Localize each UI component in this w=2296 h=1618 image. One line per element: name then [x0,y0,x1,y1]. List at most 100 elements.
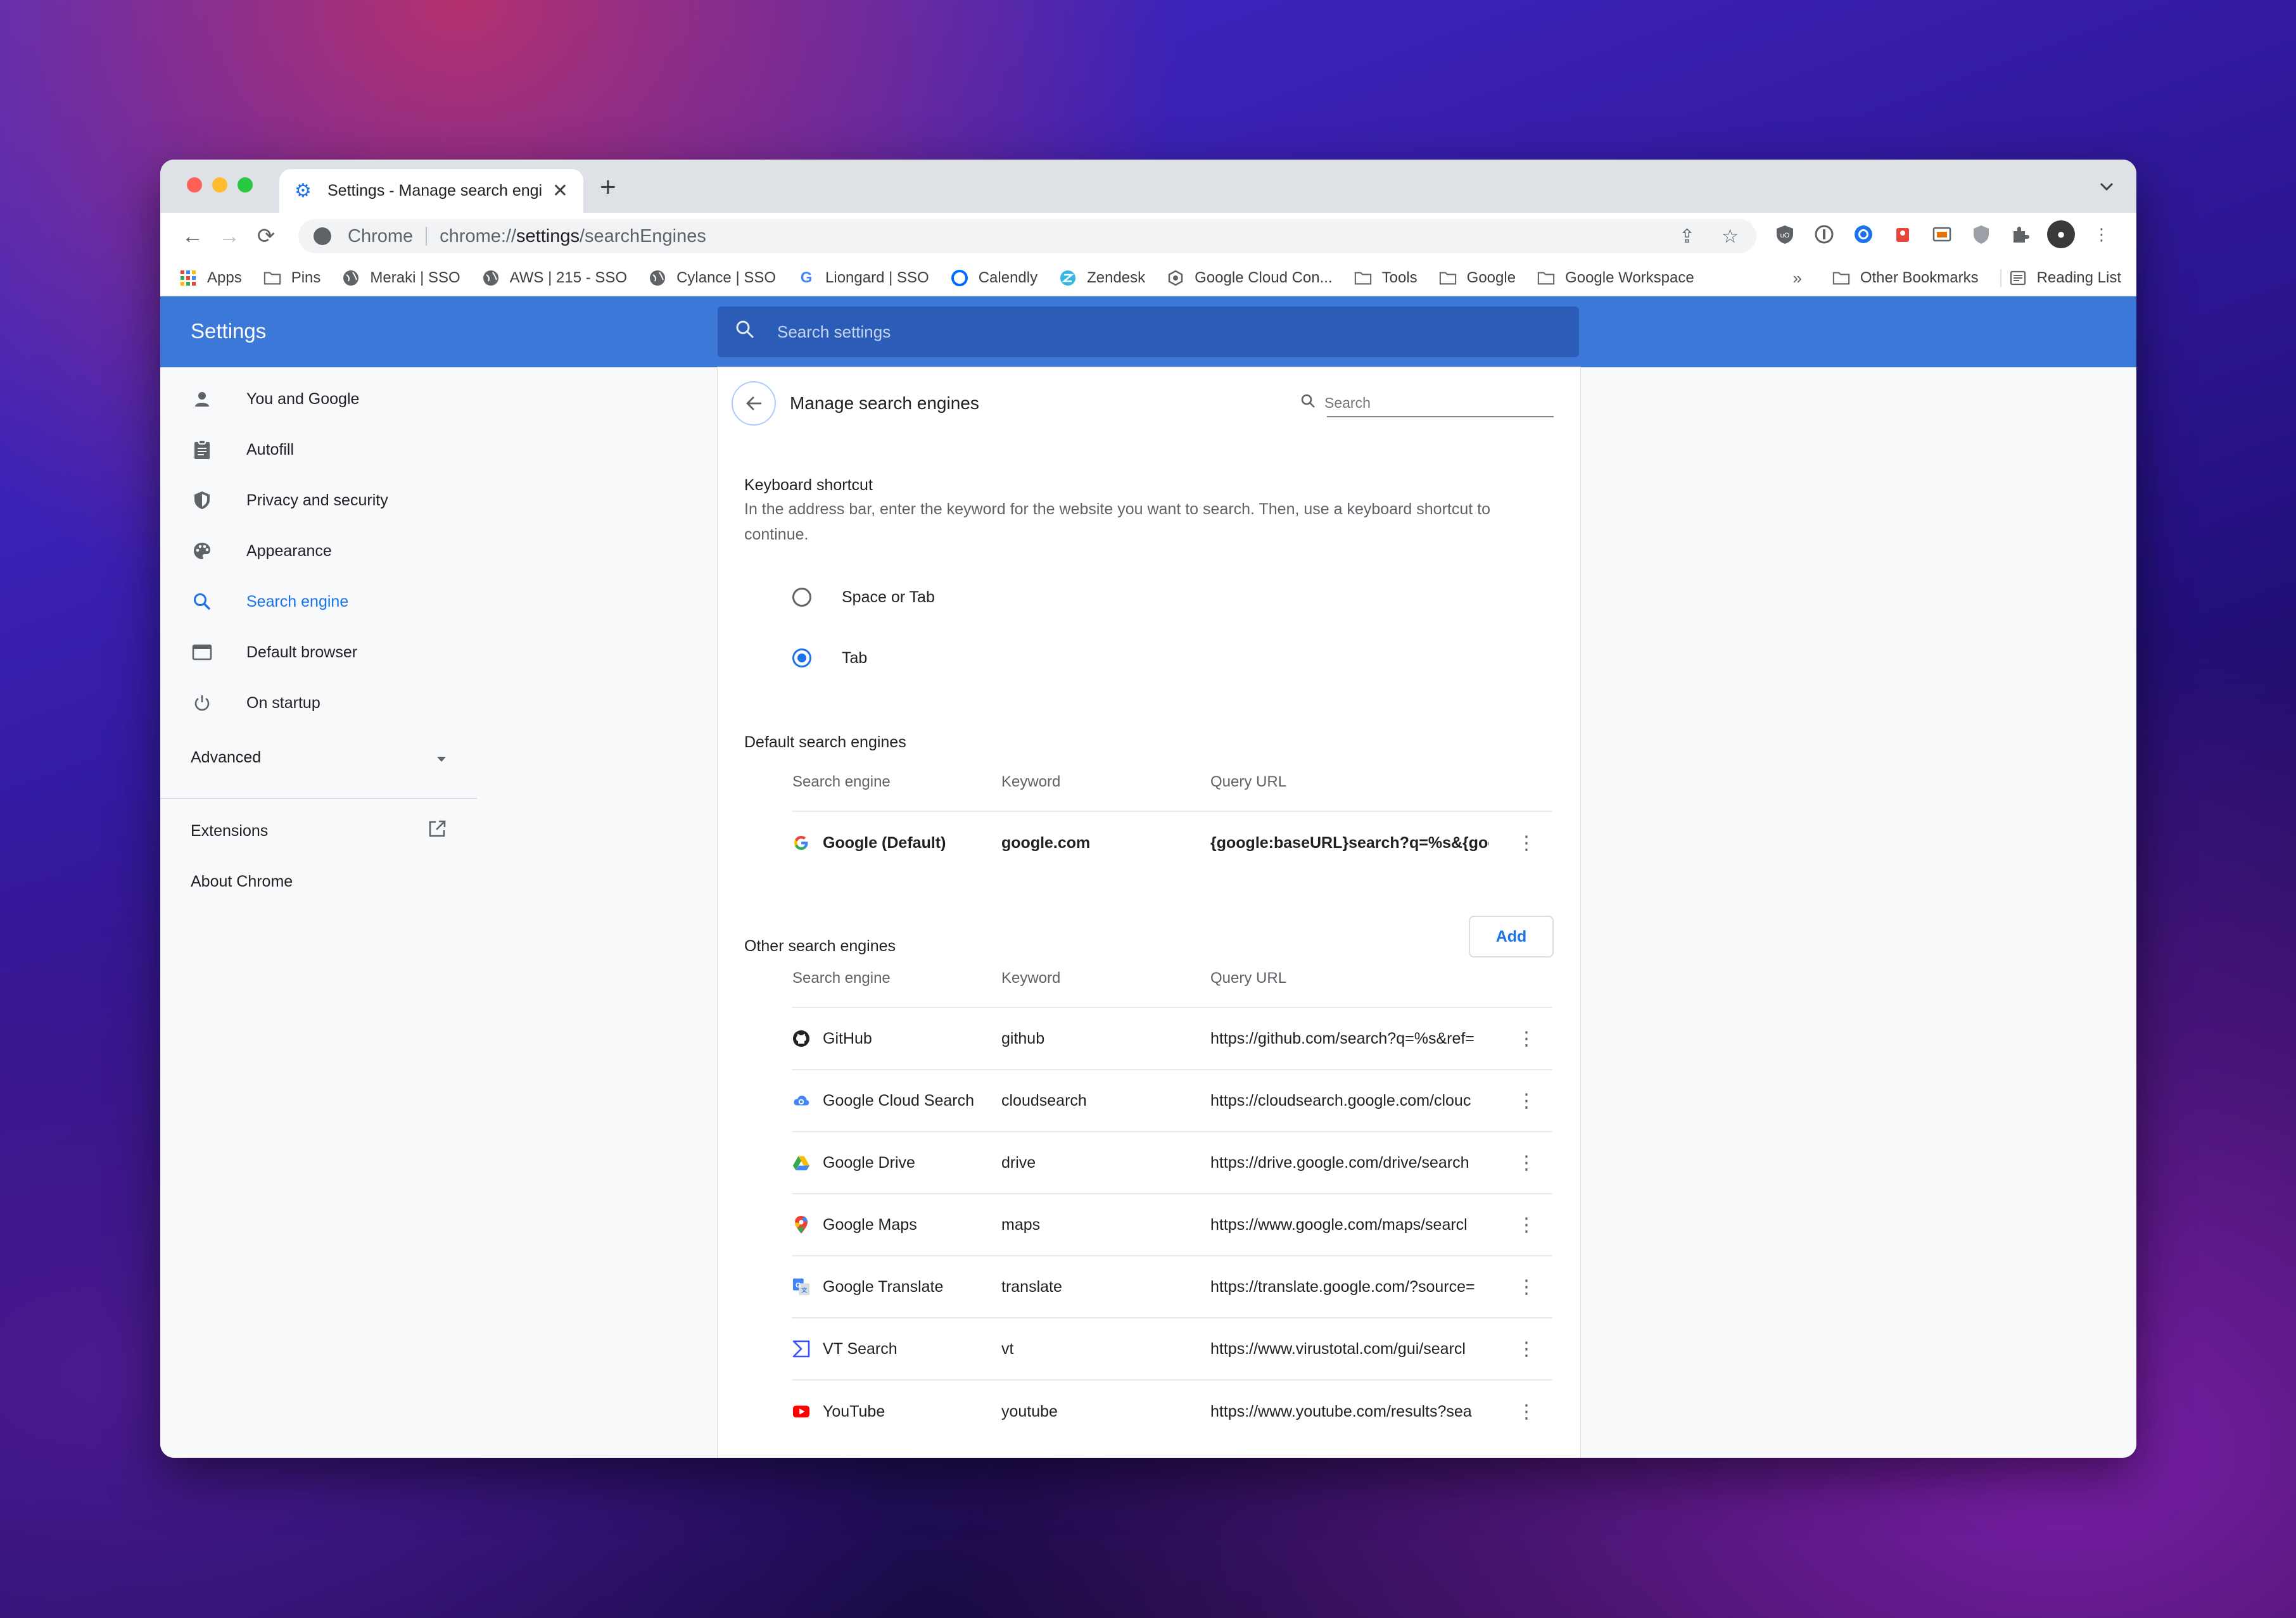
sidebar-item-you-and-google[interactable]: You and Google [160,374,477,424]
sidebar-advanced-toggle[interactable]: Advanced [160,732,477,783]
bookmark-calendly[interactable]: Calendly [951,269,1037,287]
radio-button-selected[interactable] [792,648,811,667]
profile-avatar[interactable]: ● [2047,220,2075,248]
table-row[interactable]: Google (Default) google.com {google:base… [792,812,1552,874]
bookmark-zendesk[interactable]: Zendesk [1059,269,1145,287]
minimize-window-button[interactable] [212,177,227,193]
engine-keyword: youtube [1001,1402,1058,1420]
back-button[interactable]: ← [174,224,211,249]
new-tab-button[interactable]: + [600,174,616,201]
sidebar-item-default-browser[interactable]: Default browser [160,627,477,678]
sidebar-item-search-engine[interactable]: Search engine [160,576,477,627]
more-actions-icon[interactable]: ⋮ [1489,1401,1552,1423]
bookmark-google-workspace[interactable]: Google Workspace [1537,269,1694,287]
bookmark-tools[interactable]: Tools [1354,269,1418,287]
close-window-button[interactable] [187,177,202,193]
table-row[interactable]: Google Cloud Search cloudsearch https://… [792,1070,1552,1132]
red-extension-icon[interactable] [1890,222,1915,247]
close-tab-icon[interactable]: ✕ [552,180,568,202]
column-search-engine: Search engine [792,970,891,987]
bookmark-gcp[interactable]: Google Cloud Con... [1167,269,1333,287]
bookmark-other-bookmarks[interactable]: Other Bookmarks [1832,269,1979,287]
search-icon [1300,393,1316,413]
search-engines-search[interactable] [1301,389,1554,417]
share-icon[interactable]: ⇪ [1679,225,1695,248]
table-row[interactable]: GitHub github https://github.com/search?… [792,1008,1552,1070]
column-keyword: Keyword [1001,970,1061,987]
more-actions-icon[interactable]: ⋮ [1489,1152,1552,1174]
more-actions-icon[interactable]: ⋮ [1489,1214,1552,1236]
bookmark-liongard[interactable]: G Liongard | SSO [797,269,929,287]
browser-window: ⚙ Settings - Manage search engines ✕ + ←… [160,160,2136,1458]
1password-icon[interactable] [1811,222,1837,247]
cast-icon[interactable] [1929,222,1955,247]
sidebar-item-on-startup[interactable]: On startup [160,678,477,728]
search-engines-input[interactable] [1324,394,1551,412]
more-actions-icon[interactable]: ⋮ [1489,1090,1552,1112]
engine-query-url: https://www.youtube.com/results?sea [1210,1402,1472,1420]
chrome-menu-icon[interactable]: ⋮ [2089,222,2114,247]
bookmark-cylance[interactable]: Cylance | SSO [649,269,776,287]
table-row[interactable]: Google Drive drive https://drive.google.… [792,1132,1552,1194]
reading-list-button[interactable]: Reading List [2000,269,2121,287]
sidebar-item-extensions[interactable]: Extensions [160,806,477,856]
tab-search-chevron-icon[interactable] [2100,176,2114,196]
default-engines-title: Default search engines [744,733,906,751]
url-text[interactable]: chrome://settings/searchEngines [440,226,706,247]
address-bar[interactable]: Chrome chrome://settings/searchEngines ⇪… [298,219,1756,253]
bookmark-pins[interactable]: Pins [263,269,320,287]
sidebar-item-privacy[interactable]: Privacy and security [160,475,477,526]
bookmark-aws[interactable]: AWS | 215 - SSO [482,269,627,287]
sidebar-item-autofill[interactable]: Autofill [160,424,477,475]
forward-button[interactable]: → [211,224,248,249]
bookmarks-right: » Other Bookmarks Reading List [1792,260,2121,296]
browser-icon [191,641,213,664]
radio-button[interactable] [792,588,811,607]
window-controls [187,177,253,193]
page-header: Manage search engines [732,381,1554,426]
globe-icon [649,269,666,287]
puzzle-icon[interactable] [2008,222,2033,247]
site-chip: Chrome [348,225,414,246]
bookmarks-overflow-button[interactable]: » [1792,269,1801,288]
radio-space-or-tab[interactable]: Space or Tab [792,588,935,607]
zendesk-icon [1059,269,1077,287]
more-actions-icon[interactable]: ⋮ [1489,832,1552,854]
more-actions-icon[interactable]: ⋮ [1489,1338,1552,1360]
engine-name: GitHub [823,1029,872,1047]
tab-settings[interactable]: ⚙ Settings - Manage search engines ✕ [279,169,583,213]
more-actions-icon[interactable]: ⋮ [1489,1276,1552,1298]
page-title: Manage search engines [790,393,979,413]
shield-icon[interactable] [1969,222,1994,247]
radio-tab[interactable]: Tab [792,648,867,667]
bookmark-apps[interactable]: Apps [179,269,242,287]
globe-icon [342,269,360,287]
engine-query-url: https://www.google.com/maps/searcl [1210,1215,1468,1234]
blue-circle-icon[interactable] [1851,222,1876,247]
table-row[interactable]: VT Search vt https://www.virustotal.com/… [792,1318,1552,1381]
open-in-new-icon [428,819,447,843]
engine-name: Google Drive [823,1153,915,1172]
ublock-icon[interactable]: uO [1772,222,1798,247]
more-actions-icon[interactable]: ⋮ [1489,1028,1552,1050]
bookmark-star-icon[interactable]: ☆ [1722,225,1739,248]
search-engines-card: Manage search engines Keyboard shortcut … [718,367,1580,1458]
bookmark-meraki[interactable]: Meraki | SSO [342,269,460,287]
cloud-search-icon [792,1092,810,1109]
zoom-window-button[interactable] [238,177,253,193]
table-row[interactable]: G文 Google Translate translate https://tr… [792,1256,1552,1318]
engine-keyword: translate [1001,1277,1062,1296]
apps-grid-icon [179,269,197,287]
table-row[interactable]: Google Maps maps https://www.google.com/… [792,1194,1552,1256]
sidebar-item-about-chrome[interactable]: About Chrome [160,856,477,907]
reload-button[interactable]: ⟳ [248,224,284,249]
bookmark-google[interactable]: Google [1439,269,1516,287]
sidebar-item-appearance[interactable]: Appearance [160,526,477,576]
table-row[interactable]: YouTube youtube https://www.youtube.com/… [792,1381,1552,1443]
back-arrow-button[interactable] [732,381,776,426]
search-settings-input[interactable]: Search settings [718,307,1579,357]
gcp-icon [1167,269,1184,287]
engine-query-url: https://www.virustotal.com/gui/searcl [1210,1339,1466,1358]
engine-keyword: drive [1001,1153,1036,1172]
bookmarks-bar: Apps Pins Meraki | SSO AWS | 215 - SSO C… [160,260,2136,296]
